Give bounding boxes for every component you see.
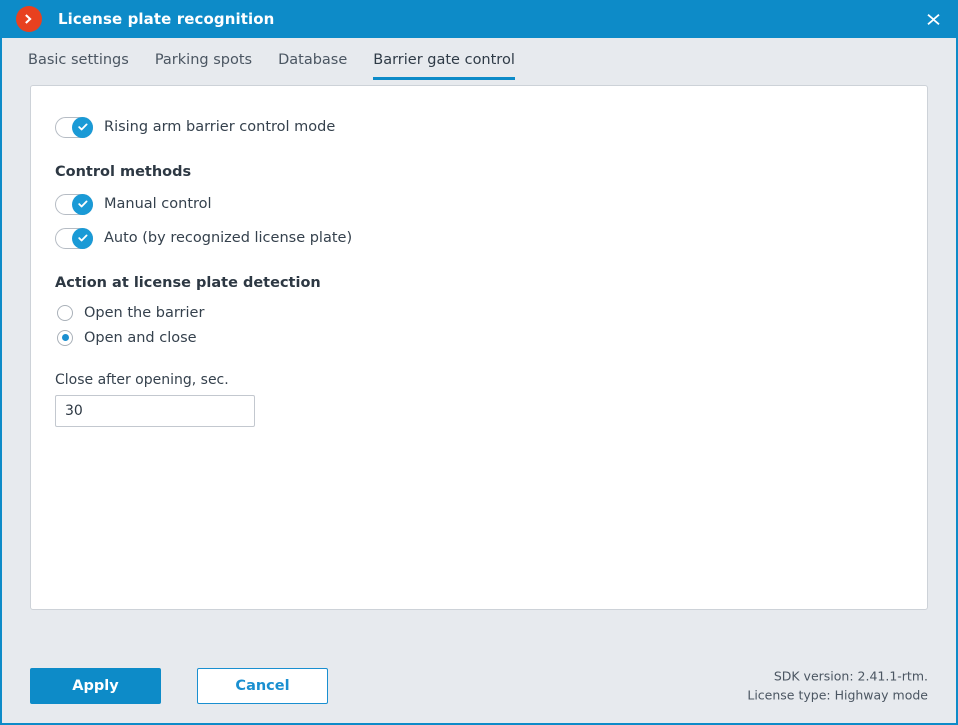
radio-open-and-close[interactable] <box>57 329 73 346</box>
apply-button[interactable]: Apply <box>30 667 161 704</box>
auto-control-row[interactable]: Auto (by recognized license plate) <box>55 223 903 253</box>
manual-control-toggle[interactable] <box>55 193 93 215</box>
auto-control-toggle[interactable] <box>55 227 93 249</box>
tab-parking-spots[interactable]: Parking spots <box>155 52 252 80</box>
application-window: License plate recognition Basic settings… <box>0 0 958 725</box>
auto-control-label: Auto (by recognized license plate) <box>104 230 353 246</box>
tab-database[interactable]: Database <box>278 52 347 80</box>
manual-control-row[interactable]: Manual control <box>55 189 903 219</box>
check-icon <box>72 116 93 138</box>
radio-label-open-the-barrier: Open the barrier <box>84 304 205 321</box>
rising-arm-barrier-control-mode-label: Rising arm barrier control mode <box>104 119 336 135</box>
panel-container: Rising arm barrier control mode Control … <box>2 80 956 648</box>
check-icon <box>72 227 93 249</box>
radio-row-open-the-barrier[interactable]: Open the barrier <box>55 300 903 325</box>
radio-row-open-and-close[interactable]: Open and close <box>55 325 903 350</box>
settings-panel: Rising arm barrier control mode Control … <box>30 85 928 610</box>
cancel-button[interactable]: Cancel <box>197 667 328 704</box>
detection-action-heading: Action at license plate detection <box>55 275 321 291</box>
version-info: SDK version: 2.41.1-rtm. License type: H… <box>747 666 928 705</box>
window-title: License plate recognition <box>58 10 275 28</box>
chevron-right-circle-icon <box>16 6 42 32</box>
close-after-opening-label: Close after opening, sec. <box>55 372 229 388</box>
rising-arm-barrier-control-mode-row[interactable]: Rising arm barrier control mode <box>55 112 903 142</box>
control-methods-heading: Control methods <box>55 164 192 180</box>
manual-control-label: Manual control <box>104 196 212 212</box>
sdk-version-text: SDK version: 2.41.1-rtm. <box>773 668 928 684</box>
tab-bar: Basic settings Parking spots Database Ba… <box>2 38 956 80</box>
close-after-opening-input[interactable] <box>55 395 255 427</box>
check-icon <box>72 193 93 215</box>
radio-label-open-and-close: Open and close <box>84 329 197 346</box>
tab-barrier-gate-control[interactable]: Barrier gate control <box>373 52 515 80</box>
footer-bar: Apply Cancel SDK version: 2.41.1-rtm. Li… <box>2 648 956 723</box>
title-bar: License plate recognition <box>2 0 956 38</box>
radio-open-the-barrier[interactable] <box>57 304 73 321</box>
license-type-text: License type: Highway mode <box>747 687 928 703</box>
close-icon[interactable] <box>910 0 956 38</box>
tab-basic-settings[interactable]: Basic settings <box>28 52 129 80</box>
rising-arm-barrier-control-mode-toggle[interactable] <box>55 116 93 138</box>
